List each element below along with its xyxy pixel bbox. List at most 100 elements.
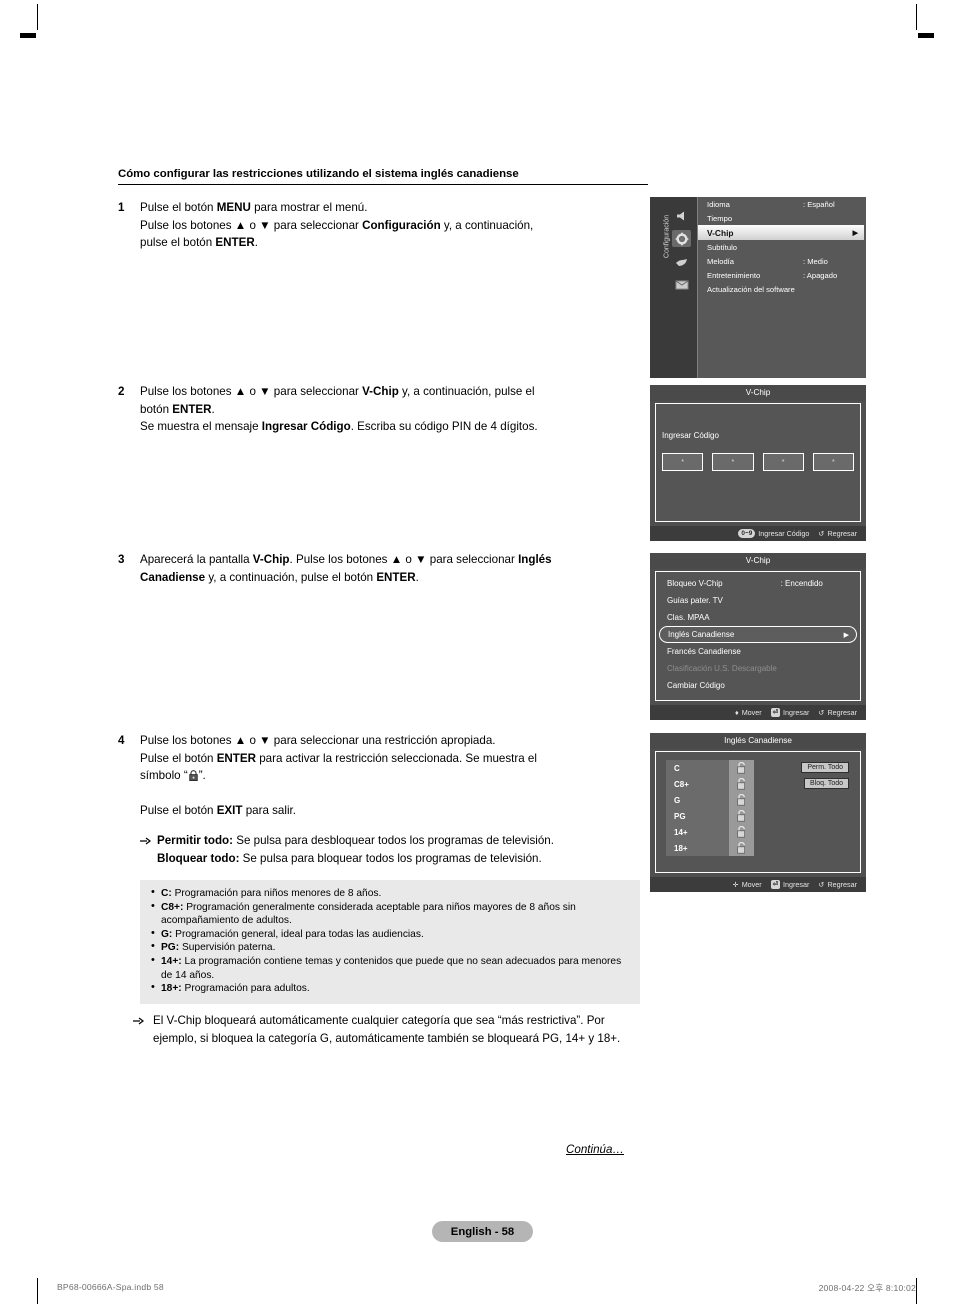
hand-icon[interactable]: [672, 253, 691, 270]
rating-row-c8plus[interactable]: C8+: [666, 776, 754, 792]
osd-row-value: : Apagado: [803, 270, 838, 280]
permit-all-button[interactable]: Perm. Todo: [801, 762, 849, 773]
foot-enter: ⏎ Ingresar: [770, 708, 810, 717]
step-2-l3b: Ingresar Código: [261, 420, 351, 433]
foot-enter-code: 0~9 Ingresar Código: [738, 529, 809, 538]
rating-row-c[interactable]: C: [666, 760, 754, 776]
lock-open-icon[interactable]: [729, 760, 754, 776]
step-1-l2b: Configuración: [362, 218, 441, 232]
vchip-row-ingles-canadiense[interactable]: Inglés Canadiense ▶: [659, 626, 857, 643]
step-1-l2c: y, a continuación,: [440, 218, 534, 232]
block-all-button[interactable]: Bloq. Todo: [804, 778, 849, 789]
list-item: C8+: Programación generalmente considera…: [150, 900, 630, 928]
step-4-l4a: Pulse el botón: [140, 803, 217, 817]
pin-digit-3[interactable]: *: [762, 453, 804, 471]
bloquear-todo-term: Bloquear todo:: [157, 851, 240, 865]
list-item: 14+: La programación contiene temas y co…: [150, 954, 630, 982]
osd-vchip-title: V-Chip: [650, 553, 866, 569]
osd-canadian-english: Inglés Canadiense C C8+ G PG 14+ 18+ Per…: [650, 733, 866, 892]
step-3-body: Aparecerá la pantalla V-Chip. Pulse los …: [140, 551, 552, 586]
vchip-note-text: El V-Chip bloqueará automáticamente cual…: [153, 1014, 621, 1045]
foot-return: ↺ Regresar: [818, 708, 857, 717]
osd-sidebar-icons: [672, 207, 696, 299]
speaker-icon[interactable]: [672, 207, 691, 224]
step-4-bullets: Permitir todo: Se pulsa para desbloquear…: [140, 832, 554, 867]
def-term: G:: [161, 928, 173, 940]
osd-pin-footbar: 0~9 Ingresar Código ↺ Regresar: [650, 526, 866, 541]
osd-menu-row-subtitulo[interactable]: Subtítulo: [698, 240, 866, 254]
foot-return: ↺ Regresar: [818, 529, 857, 538]
osd-menu-row-idioma[interactable]: Idioma : Español: [698, 197, 866, 211]
vchip-row-clasificacion-descargable: Clasificación U.S. Descargable: [659, 660, 857, 677]
foot-label: Regresar: [827, 880, 857, 889]
step-1-l1b: MENU: [216, 201, 251, 214]
osd-menu-row-tiempo[interactable]: Tiempo: [698, 211, 866, 225]
step-1-l3b: ENTER: [215, 236, 255, 249]
osd-vchip-footbar: ♦ Mover ⏎ Ingresar ↺ Regresar: [650, 705, 866, 720]
osd-row-label: Tiempo: [707, 213, 733, 223]
osd-row-label: Inglés Canadiense: [668, 630, 735, 639]
step-3-l1d: Inglés: [518, 553, 552, 566]
numeric-keys-icon: 0~9: [738, 529, 756, 538]
lock-open-icon[interactable]: [729, 840, 754, 856]
step-1-l3a: pulse el botón: [140, 236, 216, 249]
pin-digit-2[interactable]: *: [712, 453, 754, 471]
vchip-row-bloqueo[interactable]: Bloqueo V-Chip : Encendido: [659, 575, 857, 592]
vchip-row-guias-tv[interactable]: Guías pater. TV: [659, 592, 857, 609]
foot-label: Ingresar: [783, 880, 810, 889]
enter-key-icon: ⏎: [770, 708, 781, 717]
step-4-l2c: para activar la restricción seleccionada…: [256, 751, 537, 765]
rating-row-pg[interactable]: PG: [666, 808, 754, 824]
osd-sidebar-label: Configuración: [663, 214, 671, 259]
list-item: PG: Supervisión paterna.: [150, 940, 630, 955]
rating-row-14plus[interactable]: 14+: [666, 824, 754, 840]
pin-digit-4[interactable]: *: [812, 453, 854, 471]
vchip-row-clas-mpaa[interactable]: Clas. MPAA: [659, 609, 857, 626]
step-2-l1b: V-Chip: [362, 385, 399, 398]
lock-open-icon[interactable]: [729, 808, 754, 824]
lock-open-icon[interactable]: [729, 776, 754, 792]
osd-ratings-panel: C C8+ G PG 14+ 18+ Perm. Todo Bloq. Todo: [655, 751, 861, 873]
osd-menu-row-melodia[interactable]: Melodía : Medio: [698, 254, 866, 268]
vchip-row-frances-canadiense[interactable]: Francés Canadiense: [659, 643, 857, 660]
osd-row-value: : Encendido: [780, 579, 823, 588]
footer-timestamp: 2008-04-22 오후 8:10:02: [818, 1283, 916, 1293]
step-4-l2a: Pulse el botón: [140, 751, 217, 765]
step-2-l2b: ENTER: [172, 402, 212, 416]
osd-ratings-footbar: ✛ Mover ⏎ Ingresar ↺ Regresar: [650, 877, 866, 892]
vchip-note: El V-Chip bloqueará automáticamente cual…: [133, 1012, 648, 1047]
chevron-right-icon: ▶: [843, 631, 849, 639]
lock-open-icon[interactable]: [729, 792, 754, 808]
def-text: Programación general, ideal para todas l…: [172, 928, 424, 940]
return-icon: ↺: [818, 880, 825, 889]
foot-label: Ingresar: [783, 708, 810, 717]
pin-digit-1[interactable]: *: [662, 453, 704, 471]
arrow-bullet-icon: [133, 1012, 153, 1047]
vchip-row-cambiar-codigo[interactable]: Cambiar Código: [659, 677, 857, 694]
step-2-l1a: Pulse los botones ▲ o ▼ para seleccionar: [140, 385, 363, 398]
osd-row-label: Idioma: [707, 199, 730, 209]
ratings-bulk-buttons: Perm. Todo Bloq. Todo: [801, 762, 849, 789]
envelope-icon[interactable]: [672, 276, 691, 293]
rating-row-g[interactable]: G: [666, 792, 754, 808]
gear-icon[interactable]: [672, 230, 691, 247]
list-item: G: Programación general, ideal para toda…: [150, 927, 630, 942]
step-1-l1c: para mostrar el menú.: [250, 201, 368, 214]
def-term: PG:: [161, 942, 180, 954]
osd-menu-row-actualizacion[interactable]: Actualización del software: [698, 282, 866, 296]
osd-menu-row-entretenimiento[interactable]: Entretenimiento : Apagado: [698, 268, 866, 282]
pin-input-group[interactable]: * * * *: [662, 453, 854, 471]
def-text: Programación para niños menores de 8 año…: [171, 888, 382, 899]
step-4-number: 4: [118, 734, 125, 747]
step-3-l2b: y, a continuación, pulse el botón: [205, 570, 377, 584]
step-2-l2c: .: [211, 402, 215, 416]
lock-open-icon[interactable]: [729, 824, 754, 840]
step-4-l4b: EXIT: [216, 803, 243, 817]
rating-row-18plus[interactable]: 18+: [666, 840, 754, 856]
osd-menu-row-vchip[interactable]: V-Chip ▶: [698, 225, 864, 240]
list-item: 18+: Programación para adultos.: [150, 981, 630, 996]
step-2-l1c: y, a continuación, pulse el: [398, 385, 535, 398]
osd-vchip-menu: V-Chip Bloqueo V-Chip : Encendido Guías …: [650, 553, 866, 720]
rating-label: 14+: [674, 827, 688, 837]
step-1: 1 Pulse el botón MENU para mostrar el me…: [118, 199, 648, 252]
